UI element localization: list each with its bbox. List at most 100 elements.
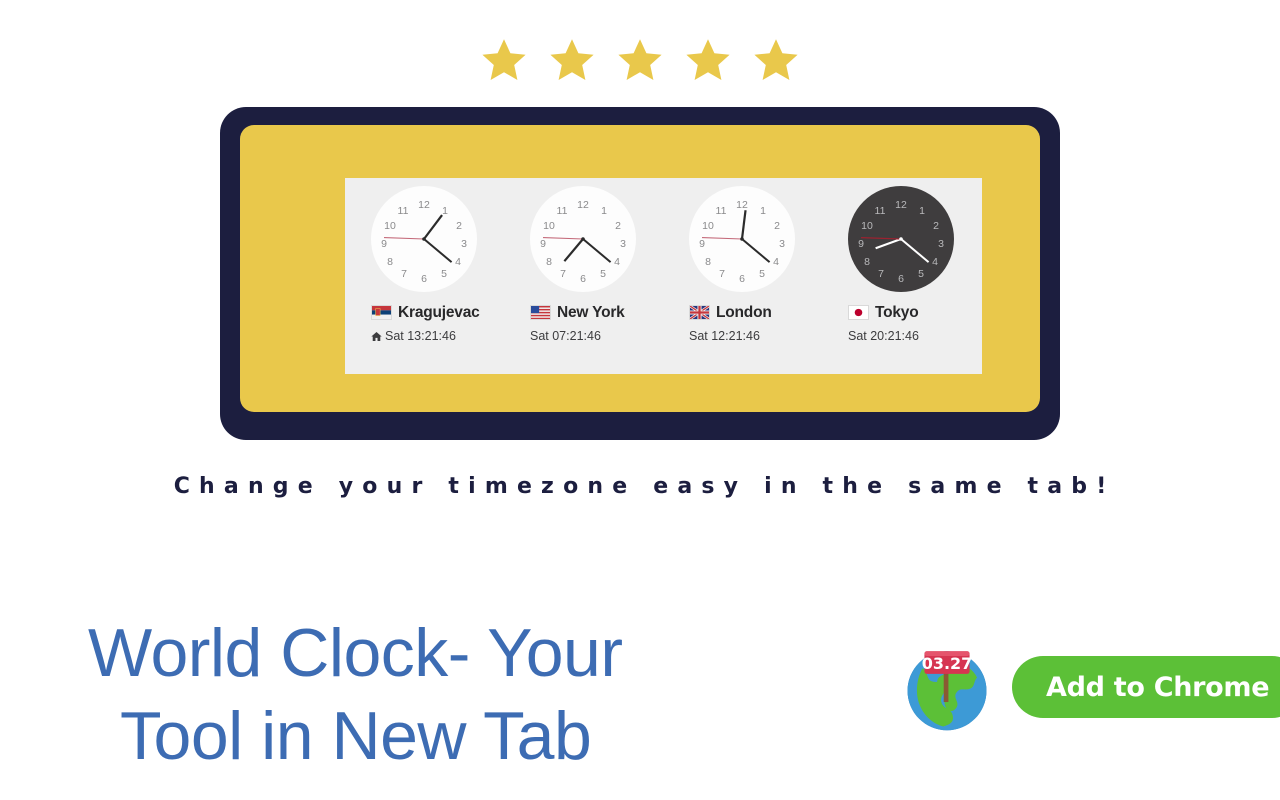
clock-card[interactable]: 12 1 2 3 4 5 6 7 8 9 10 11 [504, 186, 663, 343]
page-title-line-2: Tool in New Tab [120, 697, 592, 774]
uk-flag-icon [689, 305, 710, 320]
local-time: Sat 07:21:46 [530, 329, 601, 343]
svg-text:2: 2 [774, 220, 780, 232]
svg-text:12: 12 [895, 199, 907, 211]
analog-clock: 12 1 2 3 4 5 6 7 8 9 10 11 [530, 186, 636, 292]
time-row: Sat 12:21:46 [689, 329, 822, 343]
clock-center [740, 237, 744, 241]
city-row: New York [530, 303, 663, 322]
clock-center [581, 237, 585, 241]
second-hand [861, 237, 902, 240]
svg-text:8: 8 [705, 256, 711, 268]
svg-text:3: 3 [461, 238, 467, 250]
svg-text:6: 6 [580, 273, 586, 285]
analog-clock: 12 1 2 3 4 5 6 7 8 9 10 11 [689, 186, 795, 292]
time-row: Sat 20:21:46 [848, 329, 981, 343]
svg-text:3: 3 [620, 238, 626, 250]
svg-text:11: 11 [557, 205, 568, 217]
clock-dial: 12 1 2 3 4 5 6 7 8 9 10 11 [699, 199, 785, 285]
svg-text:4: 4 [455, 256, 461, 268]
svg-text:7: 7 [560, 268, 566, 280]
svg-text:8: 8 [546, 256, 552, 268]
svg-text:9: 9 [540, 238, 546, 250]
tagline: Change your timezone easy in the same ta… [173, 474, 1116, 499]
page-title: World Clock- Your Tool in New Tab [88, 612, 688, 778]
svg-text:12: 12 [418, 199, 430, 211]
svg-text:11: 11 [398, 205, 409, 217]
svg-text:1: 1 [601, 205, 607, 217]
svg-text:5: 5 [918, 268, 924, 280]
clock-dial: 12 1 2 3 4 5 6 7 8 9 10 11 [540, 199, 626, 285]
svg-text:9: 9 [699, 238, 705, 250]
local-time: Sat 20:21:46 [848, 329, 919, 343]
svg-text:8: 8 [387, 256, 393, 268]
svg-text:6: 6 [739, 273, 745, 285]
city-name: London [716, 303, 772, 321]
second-hand [543, 237, 584, 240]
minute-hand [582, 238, 612, 263]
device-frame: 12 1 2 3 4 5 6 7 8 9 10 11 Kragujevac Sa… [220, 107, 1060, 440]
svg-text:7: 7 [719, 268, 725, 280]
svg-text:7: 7 [401, 268, 407, 280]
clock-card[interactable]: 12 1 2 3 4 5 6 7 8 9 10 11 [345, 186, 504, 343]
svg-text:9: 9 [381, 238, 387, 250]
second-hand [384, 237, 425, 240]
svg-text:3: 3 [938, 238, 944, 250]
svg-text:1: 1 [442, 205, 448, 217]
analog-clock: 12 1 2 3 4 5 6 7 8 9 10 11 [848, 186, 954, 292]
page-title-line-1: World Clock- Your [88, 614, 623, 691]
svg-text:10: 10 [861, 220, 873, 232]
time-row: Sat 07:21:46 [530, 329, 663, 343]
svg-text:4: 4 [932, 256, 938, 268]
svg-text:3: 3 [779, 238, 785, 250]
hour-hand [740, 210, 747, 240]
svg-text:4: 4 [773, 256, 779, 268]
star-icon [618, 39, 662, 80]
clock-card[interactable]: 12 1 2 3 4 5 6 7 8 9 10 11 [822, 186, 981, 343]
city-name: Kragujevac [398, 303, 480, 321]
svg-text:9: 9 [858, 238, 864, 250]
serbia-flag-icon [371, 305, 392, 320]
city-name: Tokyo [875, 303, 919, 321]
svg-text:11: 11 [716, 205, 727, 217]
globe-clock-icon: 03.27 [907, 651, 987, 731]
svg-text:5: 5 [759, 268, 765, 280]
add-to-chrome-button[interactable]: Add to Chrome [1012, 656, 1280, 718]
cta-group: 03.27 Add to Chrome [900, 640, 1280, 734]
svg-text:10: 10 [702, 220, 714, 232]
star-icon [482, 39, 526, 80]
svg-text:11: 11 [875, 205, 886, 217]
svg-text:03.27: 03.27 [922, 654, 973, 673]
city-name: New York [557, 303, 625, 321]
svg-text:10: 10 [384, 220, 396, 232]
svg-text:1: 1 [919, 205, 925, 217]
city-row: London [689, 303, 822, 322]
svg-text:6: 6 [421, 273, 427, 285]
svg-text:12: 12 [577, 199, 589, 211]
second-hand [702, 237, 743, 240]
svg-text:5: 5 [441, 268, 447, 280]
clock-card[interactable]: 12 1 2 3 4 5 6 7 8 9 10 11 [663, 186, 822, 343]
analog-clock: 12 1 2 3 4 5 6 7 8 9 10 11 [371, 186, 477, 292]
svg-text:2: 2 [615, 220, 621, 232]
minute-hand [423, 238, 453, 263]
svg-text:4: 4 [614, 256, 620, 268]
svg-text:2: 2 [933, 220, 939, 232]
clock-center [899, 237, 903, 241]
city-row: Tokyo [848, 303, 981, 322]
home-icon [371, 331, 382, 341]
hour-hand [423, 214, 443, 240]
time-row: Sat 13:21:46 [371, 329, 504, 343]
svg-text:7: 7 [878, 268, 884, 280]
local-time: Sat 13:21:46 [385, 329, 456, 343]
world-clock-panel: 12 1 2 3 4 5 6 7 8 9 10 11 Kragujevac Sa… [345, 178, 982, 374]
minute-hand [741, 238, 771, 263]
clock-center [422, 237, 426, 241]
svg-text:6: 6 [898, 273, 904, 285]
clock-dial: 12 1 2 3 4 5 6 7 8 9 10 11 [858, 199, 944, 285]
clock-dial: 12 1 2 3 4 5 6 7 8 9 10 11 [381, 199, 467, 285]
star-icon [550, 39, 594, 80]
star-rating [0, 36, 1280, 84]
device-screen: 12 1 2 3 4 5 6 7 8 9 10 11 Kragujevac Sa… [240, 125, 1040, 412]
hour-hand [875, 237, 902, 250]
